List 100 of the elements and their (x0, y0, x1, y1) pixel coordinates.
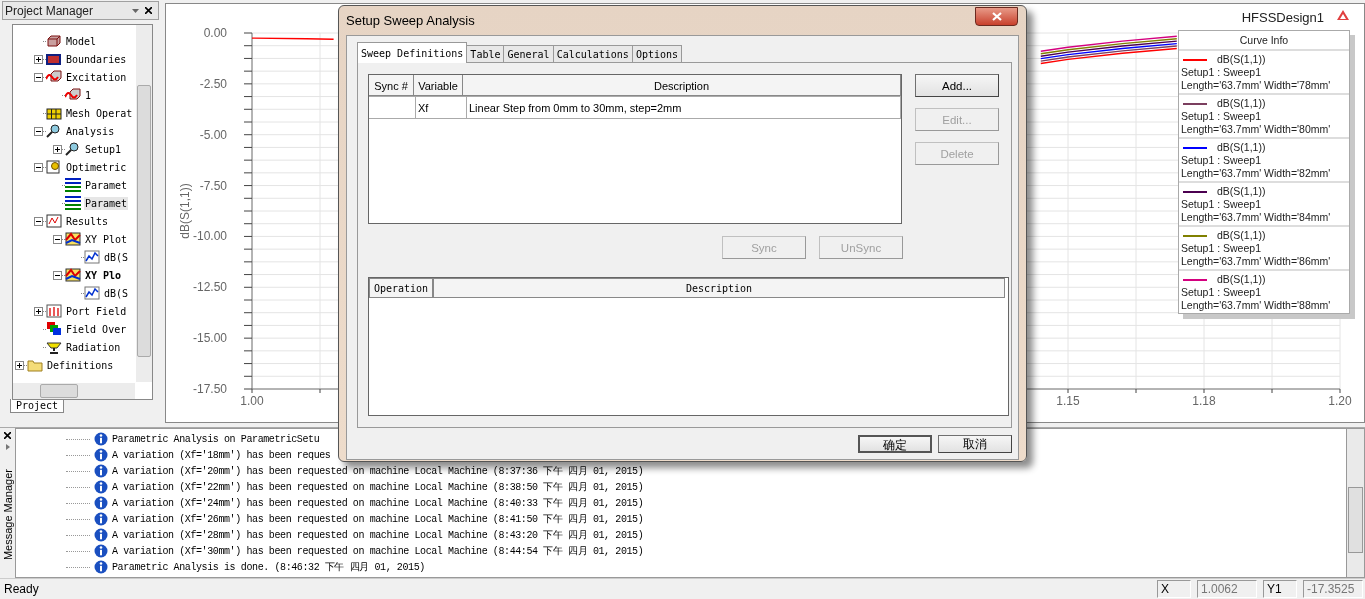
y-tick-label: -5.00 (199, 127, 227, 142)
dialog-button[interactable]: 取消 (938, 435, 1012, 453)
info-icon (94, 544, 108, 559)
dialog-button[interactable]: 确定 (858, 435, 932, 453)
collapse-icon[interactable] (34, 72, 43, 82)
tree-item[interactable]: Analysis (65, 124, 116, 138)
log-message: A variation (Xf='24mm') has been requested on machine Local Machine (8:40:33 下午 四月 01, 2015) (112, 497, 644, 511)
wave-icon (65, 88, 81, 102)
tree-item[interactable]: Optimetric (65, 160, 128, 174)
solution-name: Setup1 : Sweep1 (1181, 286, 1262, 299)
tree-item[interactable]: dB(S (103, 286, 130, 300)
expand-icon[interactable] (15, 360, 24, 370)
column-header[interactable]: Description (433, 278, 1005, 298)
table-cell: Linear Step from 0mm to 30mm, step=2mm (467, 97, 901, 118)
tree-item[interactable]: Radiation (65, 340, 122, 354)
arrows-icon (46, 304, 62, 318)
tab[interactable]: Table (466, 45, 505, 63)
collapse-icon[interactable] (34, 126, 43, 136)
coordinate-value: -17.3525 (1303, 580, 1363, 598)
panel-title: Project Manager (5, 3, 95, 18)
scrollbar[interactable] (13, 383, 135, 399)
x-tick-label: 1.15 (1056, 394, 1080, 408)
collapse-icon[interactable] (53, 234, 62, 244)
log-message: Parametric Analysis on ParametricSetu (112, 433, 320, 445)
box-icon (46, 52, 62, 66)
trace-name: dB(S(1,1)) (1217, 185, 1266, 198)
equation-icon (65, 196, 81, 210)
collapse-icon[interactable] (53, 270, 62, 280)
column-header[interactable]: Variable (414, 75, 463, 96)
tree-item[interactable]: Excitation (65, 70, 128, 84)
gear-icon (46, 160, 62, 174)
tree-item[interactable]: Model (65, 34, 98, 48)
coordinate-label: Y1 (1263, 580, 1297, 598)
variation-text: Length='63.7mm' Width='88mm' (1181, 299, 1332, 312)
tree-item[interactable]: XY Plot (84, 232, 129, 246)
y-tick-label: -7.50 (199, 178, 227, 193)
log-message: A variation (Xf='18mm') has been reques (112, 449, 331, 461)
scrollbar[interactable] (136, 25, 152, 382)
collapse-icon[interactable] (34, 162, 43, 172)
trace-name: dB(S(1,1)) (1217, 141, 1266, 154)
equation-icon (65, 178, 81, 192)
dialog-title: Setup Sweep Analysis (346, 13, 476, 28)
grid-icon (46, 106, 62, 120)
tab[interactable]: Options (631, 45, 683, 63)
x-tick-label: 1.18 (1192, 394, 1216, 408)
chart-icon (46, 214, 62, 228)
tree-item[interactable]: Mesh Operat (65, 106, 134, 120)
close-icon[interactable] (145, 7, 152, 14)
tree-item[interactable]: Field Over (65, 322, 128, 336)
solution-name: Setup1 : Sweep1 (1181, 110, 1262, 123)
tree-item[interactable]: Paramet (84, 196, 129, 210)
scrollbar[interactable] (1347, 428, 1365, 579)
tree-item[interactable]: XY Plo (84, 268, 123, 282)
tab[interactable]: Sweep Definitions (357, 42, 468, 63)
wave-icon (46, 70, 62, 84)
info-icon (94, 496, 108, 511)
close-icon[interactable] (4, 432, 11, 440)
legend-title: Curve Info (1179, 31, 1349, 51)
log-message: A variation (Xf='22mm') has been requested on machine Local Machine (8:38:50 下午 四月 01, 2015) (112, 481, 644, 495)
arrow-icon[interactable] (5, 444, 10, 451)
tree-item[interactable]: Paramet (84, 178, 129, 192)
log-message: A variation (Xf='30mm') has been requested on machine Local Machine (8:44:54 下午 四月 01, 2015) (112, 545, 644, 559)
trace-name: dB(S(1,1)) (1217, 273, 1266, 286)
info-icon (94, 448, 108, 463)
x-tick-label: 1.00 (240, 394, 264, 408)
tree-item[interactable]: Boundaries (65, 52, 128, 66)
log-message: Parametric Analysis is done. (8:46:32 下午 四月 01, 2015) (112, 561, 425, 575)
expand-icon[interactable] (34, 54, 43, 64)
expand-icon[interactable] (34, 306, 43, 316)
logo-icon (1337, 10, 1349, 20)
solution-name: Setup1 : Sweep1 (1181, 154, 1262, 167)
trace-icon (84, 286, 100, 300)
column-header[interactable]: Sync # (369, 75, 414, 96)
tree-item[interactable]: Setup1 (84, 142, 123, 156)
y-tick-label: -2.50 (199, 76, 227, 91)
tree-item[interactable]: dB(S (103, 250, 130, 264)
tab[interactable]: General (503, 45, 554, 63)
close-icon (991, 12, 1002, 21)
info-icon (94, 480, 108, 495)
column-header[interactable]: Operation (369, 278, 433, 298)
column-header[interactable]: Description (463, 75, 901, 96)
variation-text: Length='63.7mm' Width='78mm' (1181, 79, 1332, 92)
trace-name: dB(S(1,1)) (1217, 229, 1266, 242)
solution-name: Setup1 : Sweep1 (1181, 198, 1262, 211)
tree-item[interactable]: 1 (84, 88, 93, 102)
expand-icon[interactable] (53, 144, 62, 154)
tree-item[interactable]: Port Field (65, 304, 128, 318)
solution-name: Setup1 : Sweep1 (1181, 66, 1262, 79)
action-button[interactable]: Add... (915, 74, 999, 97)
tree-item[interactable]: Results (65, 214, 110, 228)
dropdown-icon[interactable] (132, 8, 139, 13)
log-message: A variation (Xf='20mm') has been requested on machine Local Machine (8:37:36 下午 四月 01, 2015) (112, 465, 644, 479)
tree-item[interactable]: Definitions (46, 358, 115, 372)
close-button[interactable] (975, 7, 1018, 26)
magnifier-icon (65, 142, 81, 156)
trace-icon (84, 250, 100, 264)
collapse-icon[interactable] (34, 216, 43, 226)
variation-text: Length='63.7mm' Width='84mm' (1181, 211, 1332, 224)
tab[interactable]: Calculations (552, 45, 633, 63)
panel-title: Message Manager (1, 469, 14, 561)
